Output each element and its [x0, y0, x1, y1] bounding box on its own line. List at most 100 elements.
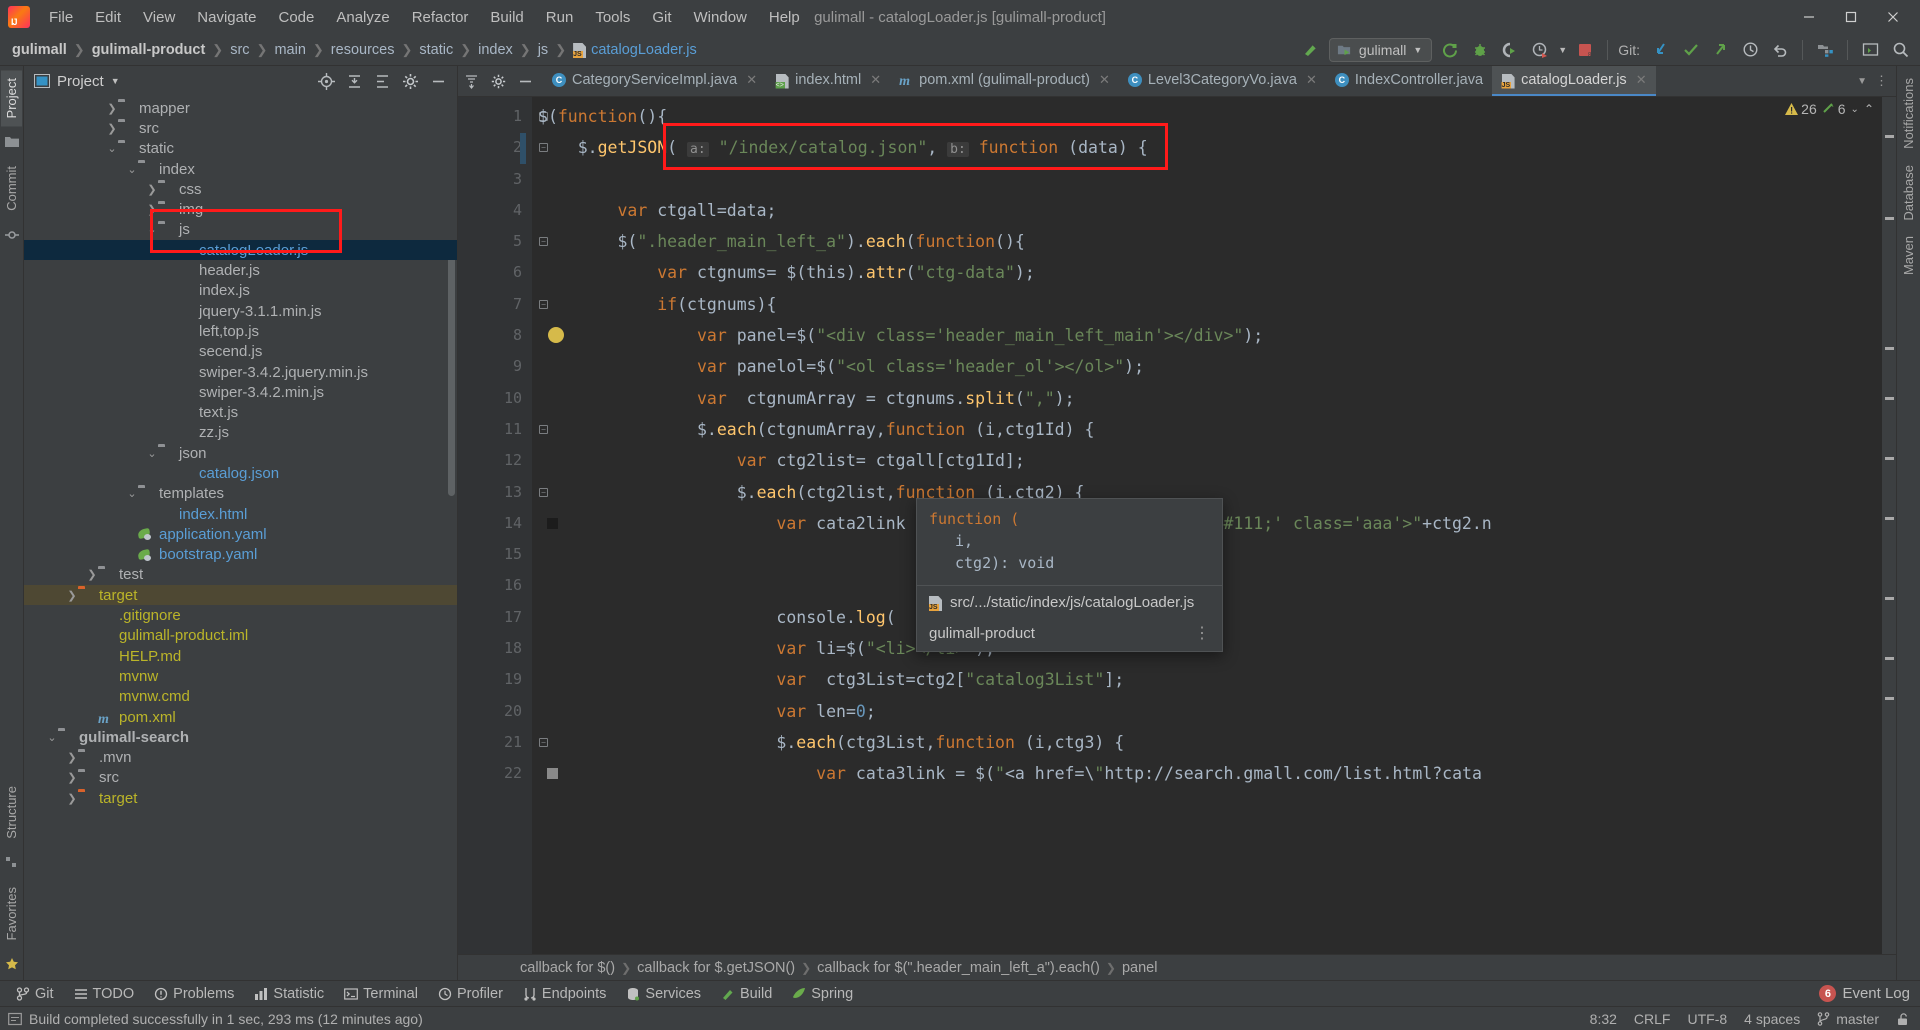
chevron-down-icon[interactable]: ⌄	[1851, 104, 1859, 115]
weak-warning-count[interactable]: 6	[1822, 101, 1846, 117]
editor-tab-overflow[interactable]: ▼ ⋮	[1857, 66, 1896, 96]
tree-item-gulimall-product-iml[interactable]: gulimall-product.iml	[24, 626, 457, 646]
close-icon[interactable]: ✕	[870, 72, 881, 88]
chevron-down-icon[interactable]: ⌄	[106, 142, 118, 155]
chevron-right-icon[interactable]: ❯	[66, 771, 78, 784]
tree-item-target[interactable]: ❯ target	[24, 788, 457, 808]
folder-icon[interactable]	[3, 133, 21, 151]
breadcrumb-cataloglaoder[interactable]: catalogLoader.js	[569, 40, 701, 60]
tree-item-bootstrap-yaml[interactable]: bootstrap.yaml	[24, 545, 457, 565]
tree-item-left-top-js[interactable]: left,top.js	[24, 321, 457, 341]
tree-item-gulimall-search[interactable]: ⌄ gulimall-search	[24, 727, 457, 747]
toolwindow-terminal[interactable]: Terminal	[334, 984, 428, 1004]
menu-tools[interactable]: Tools	[584, 5, 641, 30]
sidebar-tab-database[interactable]: Database	[1898, 157, 1919, 229]
tree-item-swiper-3-4-2-jquery-min-js[interactable]: 101 0 swiper-3.4.2.jquery.min.js	[24, 362, 457, 382]
warning-count[interactable]: 26	[1785, 101, 1817, 117]
hide-panel-icon[interactable]	[518, 74, 533, 89]
tree-item-src[interactable]: ❯ src	[24, 768, 457, 788]
tree-item-zz-js[interactable]: zz.js	[24, 423, 457, 443]
chevron-down-icon[interactable]: ▼	[1558, 45, 1567, 55]
popup-file-path-row[interactable]: src/.../static/index/js/catalogLoader.js	[917, 586, 1222, 619]
code-line[interactable]: var ctgnumArray = ctgnums.split(",");	[532, 383, 1882, 414]
more-tabs-icon[interactable]: ⋮	[1875, 73, 1888, 89]
tree-item-catalogloader-js[interactable]: catalogLoader.js	[24, 240, 457, 261]
tree-item-secend-js[interactable]: secend.js	[24, 342, 457, 362]
run-icon[interactable]	[1438, 38, 1462, 62]
chevron-right-icon[interactable]: ❯	[106, 122, 118, 135]
tree-item-mvn[interactable]: ❯ .mvn	[24, 748, 457, 768]
code-line[interactable]: var panelol=$("<ol class='header_ol'></o…	[532, 351, 1882, 382]
tree-item-mvnw[interactable]: mvnw	[24, 666, 457, 686]
close-icon[interactable]: ✕	[1306, 72, 1317, 88]
tree-item-css[interactable]: ❯ css	[24, 179, 457, 199]
stop-icon[interactable]: 8	[1573, 38, 1597, 62]
git-update-icon[interactable]	[1648, 38, 1672, 62]
git-branch-widget[interactable]: master	[1817, 1011, 1879, 1027]
tab-indexcontroller[interactable]: C IndexController.java	[1326, 66, 1492, 96]
code-line[interactable]: if(ctgnums){	[532, 289, 1882, 320]
chevron-down-icon[interactable]: ⌄	[146, 223, 158, 236]
tree-item-target[interactable]: ❯ target	[24, 585, 457, 606]
commit-icon[interactable]	[3, 226, 21, 244]
code-line[interactable]: $(".header_main_left_a").each(function()…	[532, 226, 1882, 257]
tree-item-mvnw-cmd[interactable]: mvnw.cmd	[24, 687, 457, 707]
breadcrumb-js[interactable]: js	[534, 40, 552, 60]
git-push-icon[interactable]	[1708, 38, 1732, 62]
search-everywhere-icon[interactable]	[1888, 38, 1912, 62]
close-icon[interactable]: ✕	[1099, 72, 1110, 88]
tree-item-swiper-3-4-2-min-js[interactable]: 101 0 swiper-3.4.2.min.js	[24, 382, 457, 402]
menu-code[interactable]: Code	[267, 5, 325, 30]
code-line[interactable]: var ctg3List=ctg2["catalog3List"];	[532, 664, 1882, 695]
tree-item-index-js[interactable]: index.js	[24, 281, 457, 301]
code-line[interactable]: $.getJSON( a: "/index/catalog.json", b: …	[532, 132, 1882, 163]
chevron-right-icon[interactable]: ❯	[66, 751, 78, 764]
breadcrumb-static[interactable]: static	[415, 40, 457, 60]
menu-navigate[interactable]: Navigate	[186, 5, 267, 30]
tab-categoryserviceimpl[interactable]: C CategoryServiceImpl.java ✕	[543, 66, 766, 96]
chevron-down-icon[interactable]: ▼	[1413, 45, 1422, 55]
sidebar-tab-commit[interactable]: Commit	[1, 158, 22, 219]
code-line[interactable]: var len=0;	[532, 696, 1882, 727]
menu-edit[interactable]: Edit	[84, 5, 132, 30]
minimize-button[interactable]	[1788, 1, 1830, 33]
code-breadcrumb-3[interactable]: panel	[1122, 960, 1157, 976]
tree-item-index-html[interactable]: index.html	[24, 504, 457, 524]
hide-panel-icon[interactable]	[430, 73, 447, 90]
event-log-area[interactable]: 6 Event Log	[1819, 985, 1920, 1002]
toolwindow-spring[interactable]: Spring	[782, 984, 863, 1004]
code-line[interactable]: $.each(ctg3List,function (i,ctg3) {	[532, 727, 1882, 758]
sort-tabs-icon[interactable]	[464, 74, 479, 89]
tab-pom-xml[interactable]: m pom.xml (gulimall-product) ✕	[890, 66, 1119, 96]
breadcrumb-gulimall-product[interactable]: gulimall-product	[88, 40, 210, 60]
profiler-icon[interactable]	[1528, 38, 1552, 62]
chevron-down-icon[interactable]: ⌄	[46, 731, 58, 744]
history-icon[interactable]	[1738, 38, 1762, 62]
chevron-right-icon[interactable]: ❯	[146, 203, 158, 216]
indent-setting[interactable]: 4 spaces	[1744, 1011, 1800, 1027]
unlocked-icon[interactable]	[1896, 1012, 1910, 1026]
toolwindow-build[interactable]: Build	[711, 984, 782, 1004]
close-icon[interactable]: ✕	[1636, 72, 1647, 88]
chevron-right-icon[interactable]: ❯	[86, 568, 98, 581]
code-line[interactable]: $.each(ctgnumArray,function (i,ctg1Id) {	[532, 414, 1882, 445]
project-tree[interactable]: ❯ mapper ❯ src ⌄ static ⌄ index ❯ css ❯ img ⌄ js catal…	[24, 96, 457, 980]
chevron-right-icon[interactable]: ❯	[146, 183, 158, 196]
tree-item-application-yaml[interactable]: application.yaml	[24, 524, 457, 544]
tab-level3categoryvo[interactable]: C Level3CategoryVo.java ✕	[1119, 66, 1326, 96]
code-line[interactable]: var panel=$("<div class='header_main_lef…	[532, 320, 1882, 351]
run-configuration-selector[interactable]: gulimall ▼	[1328, 37, 1433, 62]
toolwindow-endpoints[interactable]: Endpoints	[513, 984, 617, 1004]
breadcrumb-gulimall[interactable]: gulimall	[8, 40, 71, 60]
popup-more-icon[interactable]: ⋮	[1194, 625, 1210, 641]
error-stripe-ruler[interactable]	[1882, 97, 1896, 954]
tree-item-src[interactable]: ❯ src	[24, 118, 457, 138]
sidebar-tab-favorites[interactable]: Favorites	[1, 879, 22, 948]
sidebar-tab-project[interactable]: Project	[1, 70, 22, 127]
menu-refactor[interactable]: Refactor	[401, 5, 480, 30]
code-breadcrumb-1[interactable]: callback for $.getJSON()	[637, 960, 795, 976]
rollback-icon[interactable]	[1768, 38, 1792, 62]
breadcrumb[interactable]: gulimall ❯ gulimall-product ❯ src ❯ main…	[8, 40, 701, 60]
toolwindow-services[interactable]: Services	[616, 984, 711, 1004]
inspection-widget[interactable]: 26 6 ⌄ ⌃	[1785, 101, 1874, 117]
